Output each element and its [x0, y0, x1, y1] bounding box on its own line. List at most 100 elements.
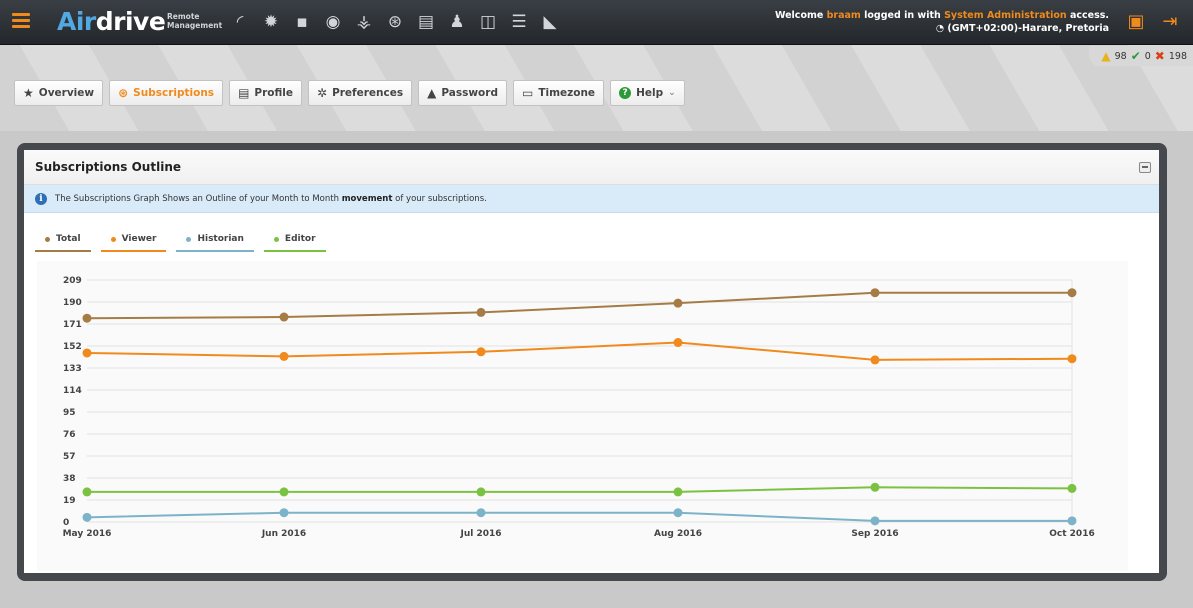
bell-icon[interactable]: ◣	[536, 8, 564, 36]
data-point-total	[279, 312, 289, 322]
check-icon: ✔	[1130, 49, 1141, 63]
star-icon: ★	[23, 86, 34, 100]
tab-preferences[interactable]: ✲ Preferences	[308, 80, 413, 106]
data-point-editor	[1067, 483, 1077, 493]
gauge-icon[interactable]: ◜	[226, 8, 254, 36]
logout-icon: ⇥	[1162, 10, 1178, 32]
top-bar: Airdrive Remote Management ◜ ✹ ▪ ◉ ⚶ ⊛ ▤ …	[0, 0, 1193, 45]
data-point-viewer	[82, 348, 92, 358]
info-icon: i	[35, 192, 47, 205]
data-point-viewer	[476, 347, 486, 357]
app-logo[interactable]: Airdrive	[57, 7, 166, 36]
briefcase-icon: ▤	[238, 86, 250, 100]
x-tick-label: Aug 2016	[654, 529, 702, 539]
users-icon[interactable]: ♟	[443, 8, 471, 36]
y-tick-label: 152	[63, 342, 82, 352]
data-point-editor	[279, 487, 289, 497]
warning-icon: ▲	[1101, 49, 1111, 63]
eye-icon[interactable]: ◉	[319, 8, 347, 36]
data-point-total	[673, 298, 683, 308]
y-tick-label: 190	[63, 298, 82, 308]
data-point-total	[1067, 288, 1077, 298]
y-tick-label: 95	[63, 408, 76, 418]
y-tick-label: 57	[63, 452, 76, 462]
data-point-viewer	[673, 338, 683, 348]
data-point-editor	[673, 487, 683, 497]
tab-overview[interactable]: ★ Overview	[14, 80, 104, 106]
series-line-total	[86, 291, 1072, 320]
info-bar: i The Subscriptions Graph Shows an Outli…	[24, 185, 1159, 213]
data-point-viewer	[279, 351, 289, 361]
collapse-button[interactable]	[1139, 162, 1151, 173]
timezone-label: (GMT+02:00)-Harare, Pretoria	[947, 23, 1109, 34]
id-card-button[interactable]: ▣	[1123, 8, 1149, 34]
id-card-icon: ▣	[1127, 10, 1145, 32]
tab-help[interactable]: ? Help ⌄	[610, 80, 685, 106]
logo-subtitle: Remote Management	[167, 12, 223, 30]
menu-hamburger-icon[interactable]	[12, 13, 30, 29]
series-line-historian	[86, 511, 1072, 522]
data-point-historian	[476, 508, 486, 518]
clock-icon: ◔	[935, 23, 945, 34]
x-tick-label: Sep 2016	[851, 529, 898, 539]
tab-password[interactable]: ▲ Password	[418, 80, 507, 106]
tab-profile[interactable]: ▤ Profile	[229, 80, 302, 106]
user-role: System Administration	[944, 10, 1067, 21]
data-point-total	[82, 313, 92, 323]
panel-header: Subscriptions Outline	[24, 150, 1159, 185]
y-tick-label: 19	[63, 496, 76, 506]
ok-count: 0	[1144, 50, 1151, 62]
legend-item-editor[interactable]: Editor	[263, 228, 326, 252]
y-tick-label: 133	[63, 364, 82, 374]
series-line-editor	[87, 486, 1073, 493]
legend-dot	[45, 236, 50, 242]
y-tick-label: 114	[63, 386, 82, 396]
legend-item-viewer[interactable]: Viewer	[100, 228, 167, 252]
x-tick-label: May 2016	[63, 529, 112, 539]
chevron-down-icon: ⌄	[668, 88, 676, 98]
y-tick-label: 38	[63, 474, 76, 484]
lock-icon: ▲	[427, 86, 437, 100]
subscriptions-panel: Subscriptions Outline i The Subscription…	[24, 150, 1159, 573]
gear-icon: ✲	[317, 86, 328, 100]
panel-title: Subscriptions Outline	[35, 160, 181, 174]
list-icon[interactable]: ☰	[505, 8, 533, 36]
top-nav: ◜ ✹ ▪ ◉ ⚶ ⊛ ▤ ♟ ◫ ☰ ◣	[226, 8, 567, 36]
legend-dot	[186, 236, 192, 242]
book-icon[interactable]: ◫	[474, 8, 502, 36]
data-point-historian	[673, 508, 683, 518]
data-point-historian	[1067, 516, 1077, 526]
question-icon: ?	[619, 87, 632, 99]
data-point-historian	[82, 512, 92, 522]
info-text: The Subscriptions Graph Shows an Outline…	[55, 193, 487, 204]
document-icon[interactable]: ▤	[412, 8, 440, 36]
calendar-icon: ▭	[521, 86, 534, 100]
series-line-viewer	[86, 341, 1073, 361]
tab-timezone[interactable]: ▭ Timezone	[512, 80, 605, 106]
status-counters: ▲ 98 ✔ 0 ✖ 198	[1089, 46, 1193, 66]
gear-icon[interactable]: ✹	[257, 8, 285, 36]
legend-item-total[interactable]: Total	[35, 228, 91, 252]
legend-dot	[273, 236, 279, 242]
subscriptions-icon: ⊛	[118, 86, 129, 100]
y-tick-label: 171	[63, 320, 82, 330]
legend-item-historian[interactable]: Historian	[176, 228, 254, 252]
chart-legend: Total Viewer Historian Editor	[35, 228, 336, 252]
subscriptions-icon[interactable]: ⊛	[381, 8, 409, 36]
y-tick-label: 209	[63, 276, 82, 286]
welcome-message: Welcome braam logged in with System Admi…	[774, 10, 1109, 34]
sitemap-icon[interactable]: ⚶	[350, 8, 378, 36]
error-icon: ✖	[1154, 49, 1165, 63]
chart-area: 0 19 38 57 76 95 114 133 152 171 190 209 May 2016 Jun…	[37, 261, 1128, 571]
grid-icon[interactable]: ▪	[288, 8, 316, 36]
logout-button[interactable]: ⇥	[1157, 8, 1183, 34]
data-point-editor	[82, 487, 92, 497]
y-tick-label: 0	[63, 518, 69, 528]
data-point-viewer	[1067, 354, 1077, 364]
tab-subscriptions[interactable]: ⊛ Subscriptions	[109, 80, 224, 106]
data-point-historian	[279, 508, 289, 518]
username: braam	[826, 10, 861, 21]
profile-tabs: ★ Overview ⊛ Subscriptions ▤ Profile ✲ Prefe…	[14, 80, 691, 106]
x-tick-label: Jul 2016	[459, 529, 501, 539]
error-count: 198	[1168, 50, 1187, 62]
